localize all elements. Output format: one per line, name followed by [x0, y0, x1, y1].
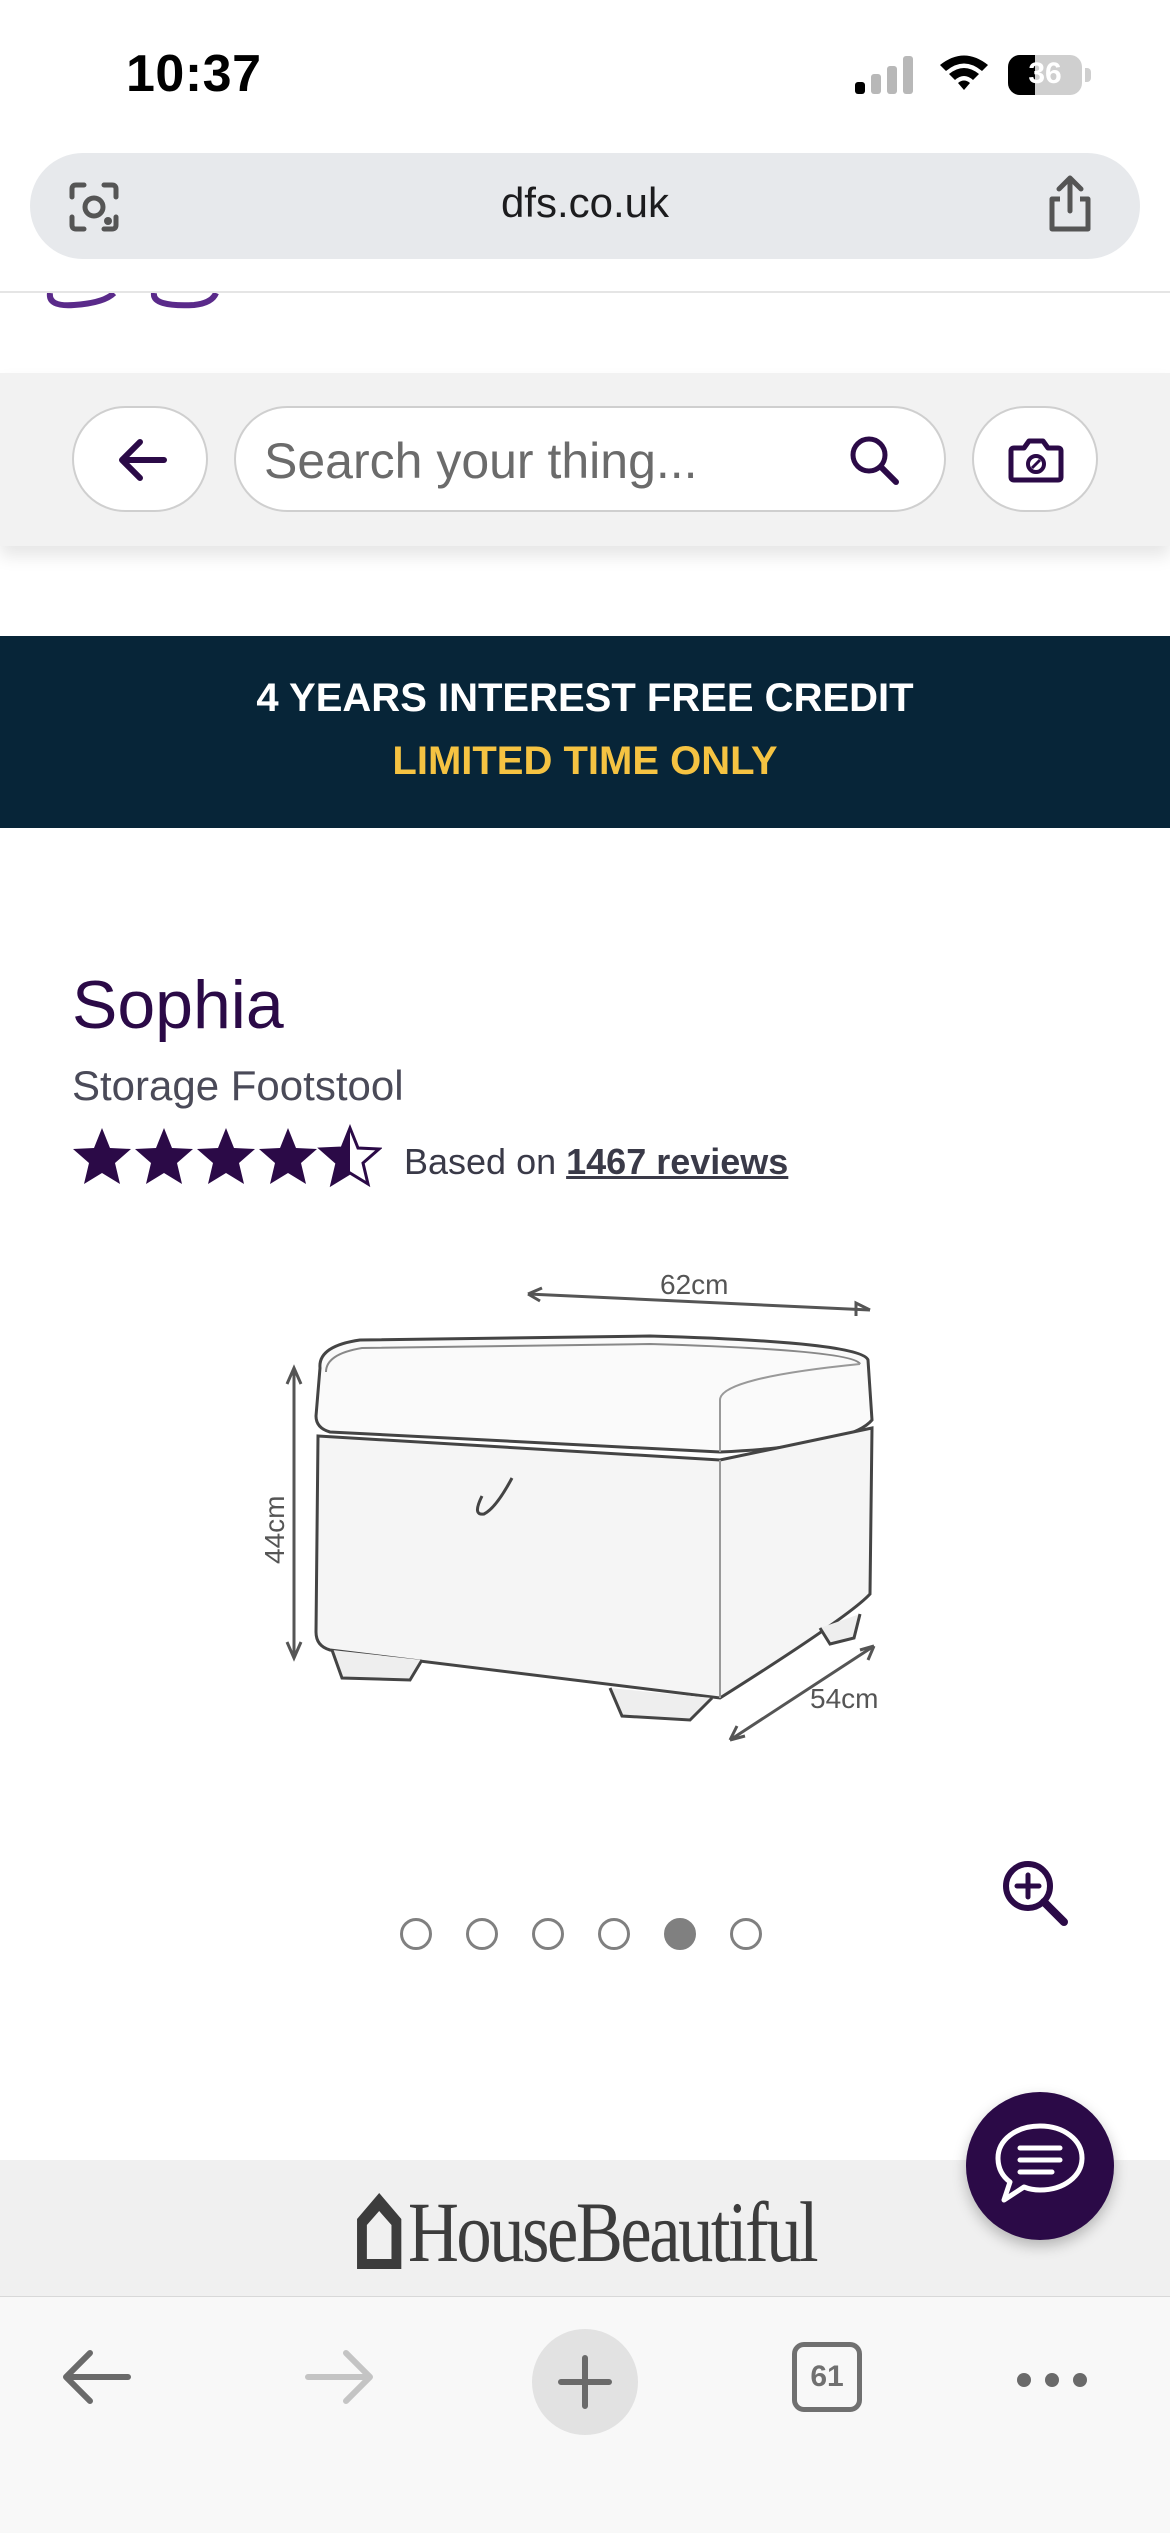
battery-level: 36	[1028, 57, 1062, 90]
carousel-dot-active[interactable]	[664, 1918, 696, 1950]
browser-back-icon[interactable]	[56, 2337, 136, 2417]
new-tab-button[interactable]	[532, 2329, 638, 2435]
chat-button[interactable]	[966, 2092, 1114, 2240]
house-beautiful-logo: HouseBeautiful	[105, 2182, 1064, 2282]
rating-stars[interactable]	[72, 1124, 382, 1188]
product-subtitle: Storage Footstool	[72, 1062, 404, 1109]
carousel-dot[interactable]	[466, 1918, 498, 1950]
wifi-icon	[940, 55, 988, 90]
carousel-dot[interactable]	[532, 1918, 564, 1950]
more-icon[interactable]	[1012, 2355, 1092, 2405]
carousel-dot[interactable]	[598, 1918, 630, 1950]
cellular-signal-icon	[855, 56, 915, 94]
carousel-dot[interactable]	[400, 1918, 432, 1950]
dfs-logo[interactable]	[44, 293, 224, 309]
status-time: 10:37	[126, 45, 262, 103]
address-bar[interactable]: dfs.co.uk	[30, 153, 1140, 259]
product-title: Sophia	[72, 967, 284, 1043]
star-icon	[135, 1128, 193, 1184]
tab-switcher-button[interactable]: 61	[792, 2342, 862, 2412]
promo-headline: 4 YEARS INTEREST FREE CREDIT	[256, 676, 914, 720]
browser-toolbar: 61	[0, 2296, 1170, 2533]
star-icon	[197, 1128, 255, 1184]
reviews-link[interactable]: 1467 reviews	[566, 1141, 788, 1182]
half-star-icon	[319, 1126, 381, 1186]
promo-subline: LIMITED TIME ONLY	[392, 739, 778, 783]
search-icon[interactable]	[846, 432, 902, 488]
back-button[interactable]	[72, 406, 208, 512]
promo-banner[interactable]: 4 YEARS INTEREST FREE CREDIT LIMITED TIM…	[0, 636, 1170, 828]
plus-icon	[558, 2355, 612, 2409]
browser-forward-icon[interactable]	[300, 2337, 380, 2417]
battery-tip	[1085, 68, 1091, 82]
share-icon[interactable]	[1040, 173, 1100, 235]
visual-search-button[interactable]	[972, 406, 1098, 512]
search-placeholder: Search your thing...	[264, 433, 698, 489]
chat-icon	[995, 2123, 1085, 2203]
height-label: 44cm	[259, 1496, 290, 1564]
width-label: 62cm	[660, 1269, 728, 1300]
carousel-dots	[400, 1918, 770, 1956]
product-dimension-image[interactable]: 62cm 44cm 54cm	[250, 1268, 910, 1758]
battery-icon: 36	[1008, 55, 1082, 95]
depth-label: 54cm	[810, 1683, 878, 1714]
search-toolbar: Search your thing...	[0, 373, 1170, 546]
carousel-dot[interactable]	[730, 1918, 762, 1950]
zoom-in-icon[interactable]	[1000, 1858, 1070, 1928]
status-bar: 10:37 36	[0, 0, 1170, 150]
url-text[interactable]: dfs.co.uk	[30, 179, 1140, 227]
camera-icon	[1008, 438, 1064, 483]
house-icon	[357, 2193, 402, 2269]
search-input[interactable]: Search your thing...	[234, 406, 946, 512]
reviews-prefix: Based on	[404, 1141, 567, 1182]
star-icon	[259, 1128, 317, 1184]
reviews-summary: Based on 1467 reviews	[404, 1141, 788, 1183]
house-beautiful-text: HouseBeautiful	[407, 2184, 819, 2280]
star-icon	[73, 1128, 131, 1184]
back-arrow-icon	[119, 439, 167, 481]
